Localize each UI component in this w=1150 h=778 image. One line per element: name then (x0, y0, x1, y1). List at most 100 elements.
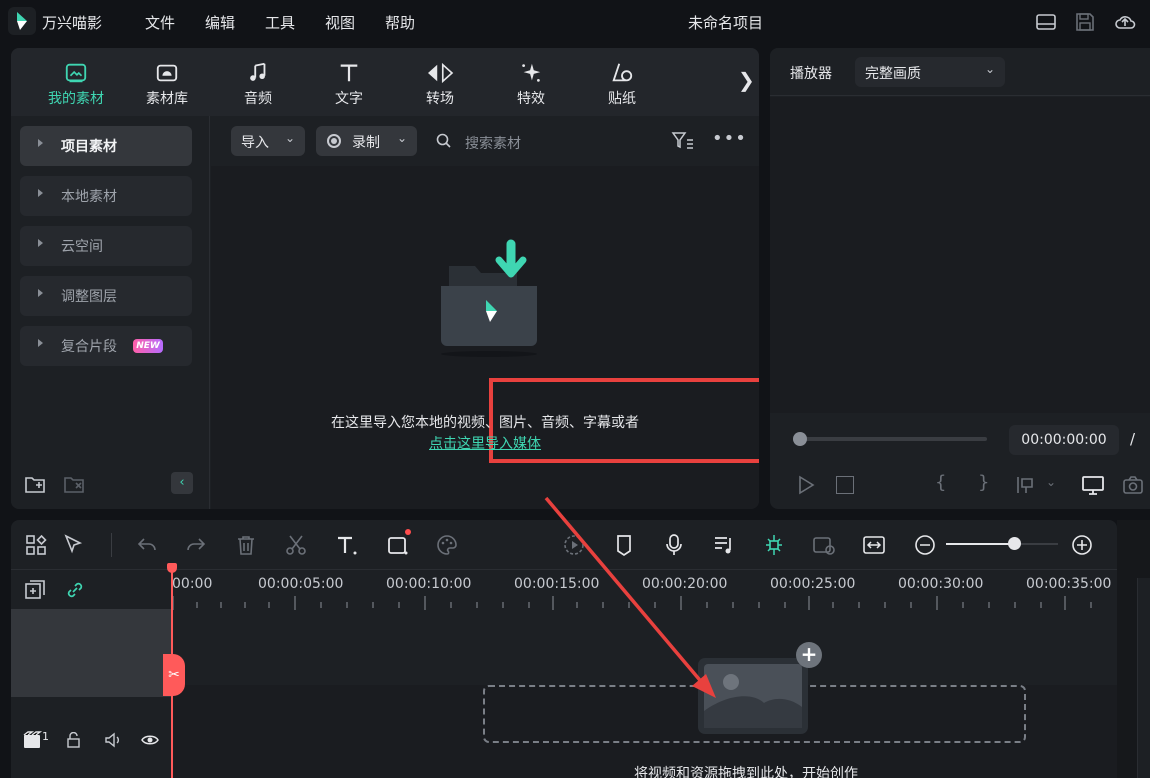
tab-transition[interactable]: 转场 (405, 60, 475, 108)
right-side-strip (1117, 520, 1150, 778)
chevron-right-icon[interactable]: ❯ (738, 68, 755, 92)
preview-toggle-icon[interactable] (812, 533, 836, 557)
undo-icon[interactable] (135, 533, 159, 557)
playback-progress-bar[interactable] (799, 437, 987, 441)
record-label: 录制 (352, 135, 380, 151)
lock-track-icon[interactable] (66, 731, 82, 748)
mark-in-icon[interactable]: { (935, 472, 946, 493)
caret-right-icon (38, 239, 43, 247)
mark-out-icon[interactable]: } (978, 472, 989, 493)
save-icon[interactable] (1074, 11, 1096, 33)
color-palette-icon[interactable] (435, 533, 459, 557)
sidebar-item-label: 本地素材 (61, 189, 117, 205)
crop-box-icon[interactable] (386, 533, 410, 557)
sidebar-item-adjustment-layer[interactable]: 调整图层 (20, 276, 192, 316)
menu-edit[interactable]: 编辑 (205, 12, 235, 33)
quality-dropdown[interactable]: 完整画质 ⌄ (855, 57, 1005, 87)
chevron-down-icon: ⌄ (397, 131, 408, 145)
tab-text[interactable]: 文字 (314, 60, 384, 108)
selected-track-header[interactable] (11, 609, 171, 697)
progress-handle[interactable] (793, 432, 807, 446)
filter-icon[interactable] (671, 130, 695, 152)
fit-timeline-icon[interactable] (862, 533, 886, 557)
redo-icon[interactable] (184, 533, 208, 557)
app-logo-icon (8, 7, 36, 35)
menu-file[interactable]: 文件 (145, 12, 175, 33)
delete-folder-icon[interactable] (63, 473, 85, 495)
add-text-icon[interactable] (335, 533, 359, 557)
tab-effects[interactable]: 特效 (496, 60, 566, 108)
microphone-icon[interactable] (662, 533, 686, 557)
snap-magnet-icon[interactable] (762, 533, 786, 557)
timeline-ruler[interactable]: 00:00 00:00:05:00 00:00:10:00 00:00:15:0… (171, 570, 1117, 612)
menu-view[interactable]: 视图 (325, 12, 355, 33)
player-header: 播放器 完整画质 ⌄ (770, 48, 1150, 96)
import-dropdown[interactable]: 导入 ⌄ (231, 126, 305, 156)
track-header-area: 1 (11, 570, 171, 778)
add-track-icon[interactable] (24, 579, 46, 601)
zoom-out-icon[interactable] (913, 533, 937, 557)
cloud-upload-icon[interactable] (1114, 11, 1136, 33)
tab-audio[interactable]: 音频 (223, 60, 293, 108)
zoom-in-icon[interactable] (1070, 533, 1094, 557)
layout-icon[interactable] (1035, 11, 1057, 33)
sticker-icon (587, 60, 657, 86)
link-chain-icon[interactable] (64, 579, 86, 601)
layout-grid-icon[interactable] (24, 533, 48, 557)
image-placeholder-icon (696, 656, 810, 736)
quality-label: 完整画质 (865, 66, 921, 82)
record-dropdown[interactable]: 录制 ⌄ (316, 126, 417, 156)
insert-clip-icon[interactable] (1014, 474, 1036, 496)
play-icon[interactable] (796, 475, 816, 495)
chevron-down-icon: ⌄ (985, 62, 996, 76)
select-cursor-icon[interactable] (62, 533, 86, 557)
collapse-sidebar-icon[interactable]: ‹ (171, 472, 193, 494)
timeline-tracks[interactable]: + 将视频和资源拖拽到此处，开始创作 (171, 612, 1117, 778)
sidebar-item-compound-clip[interactable]: 复合片段 NEW (20, 326, 192, 366)
media-panel: 我的素材 素材库 音频 文字 转场 特效 贴纸 ❯ 项目素材 本地素材 云空间 … (11, 48, 759, 509)
marker-icon[interactable] (612, 533, 636, 557)
chevron-down-icon[interactable]: ⌄ (1046, 475, 1056, 489)
render-preview-icon[interactable] (562, 533, 586, 557)
volume-speaker-icon[interactable] (104, 731, 122, 749)
caret-right-icon (38, 189, 43, 197)
playhead-handle[interactable] (167, 563, 177, 573)
playhead-scissor-icon[interactable]: ✂ (163, 654, 185, 696)
import-folder-icon[interactable] (427, 236, 539, 358)
ruler-label: 00:00:35:00 (1026, 576, 1112, 592)
delete-trash-icon[interactable] (234, 533, 258, 557)
zoom-slider-handle[interactable] (1008, 537, 1021, 550)
tab-sticker[interactable]: 贴纸 (587, 60, 657, 108)
timeline-panel: 1 00:00 00:00:05:00 00:00:10:00 00:00:15… (11, 520, 1117, 778)
track-number: 1 (42, 730, 49, 743)
ruler-label: 00:00:15:00 (514, 576, 600, 592)
import-media-link[interactable]: 点击这里导入媒体 (211, 433, 759, 453)
menu-help[interactable]: 帮助 (385, 12, 415, 33)
new-badge: NEW (133, 339, 163, 353)
sidebar-item-local-media[interactable]: 本地素材 (20, 176, 192, 216)
menu-tools[interactable]: 工具 (265, 12, 295, 33)
add-plus-icon[interactable]: + (796, 642, 822, 668)
import-label: 导入 (241, 135, 269, 151)
more-options-icon[interactable]: ••• (712, 128, 747, 149)
stock-library-icon (132, 60, 202, 86)
eye-visibility-icon[interactable] (141, 731, 159, 749)
sidebar-item-cloud-space[interactable]: 云空间 (20, 226, 192, 266)
zoom-slider-track[interactable] (946, 543, 1058, 545)
snapshot-camera-icon[interactable] (1122, 474, 1144, 496)
audio-list-icon[interactable] (712, 533, 736, 557)
tab-label: 特效 (517, 91, 545, 107)
zoom-slider-fill (946, 543, 1014, 545)
effects-sparkle-icon (496, 60, 566, 86)
tab-my-media[interactable]: 我的素材 (41, 60, 111, 108)
new-folder-icon[interactable] (24, 473, 46, 495)
split-scissors-icon[interactable] (284, 533, 308, 557)
tab-stock-library[interactable]: 素材库 (132, 60, 202, 108)
stop-icon[interactable] (836, 476, 854, 494)
sidebar-item-project-media[interactable]: 项目素材 (20, 126, 192, 166)
scrollbar[interactable] (1137, 578, 1150, 778)
tab-label: 贴纸 (608, 91, 636, 107)
display-settings-icon[interactable] (1081, 473, 1105, 497)
search-input[interactable]: 搜索素材 (465, 133, 521, 153)
player-preview-screen (770, 97, 1150, 413)
